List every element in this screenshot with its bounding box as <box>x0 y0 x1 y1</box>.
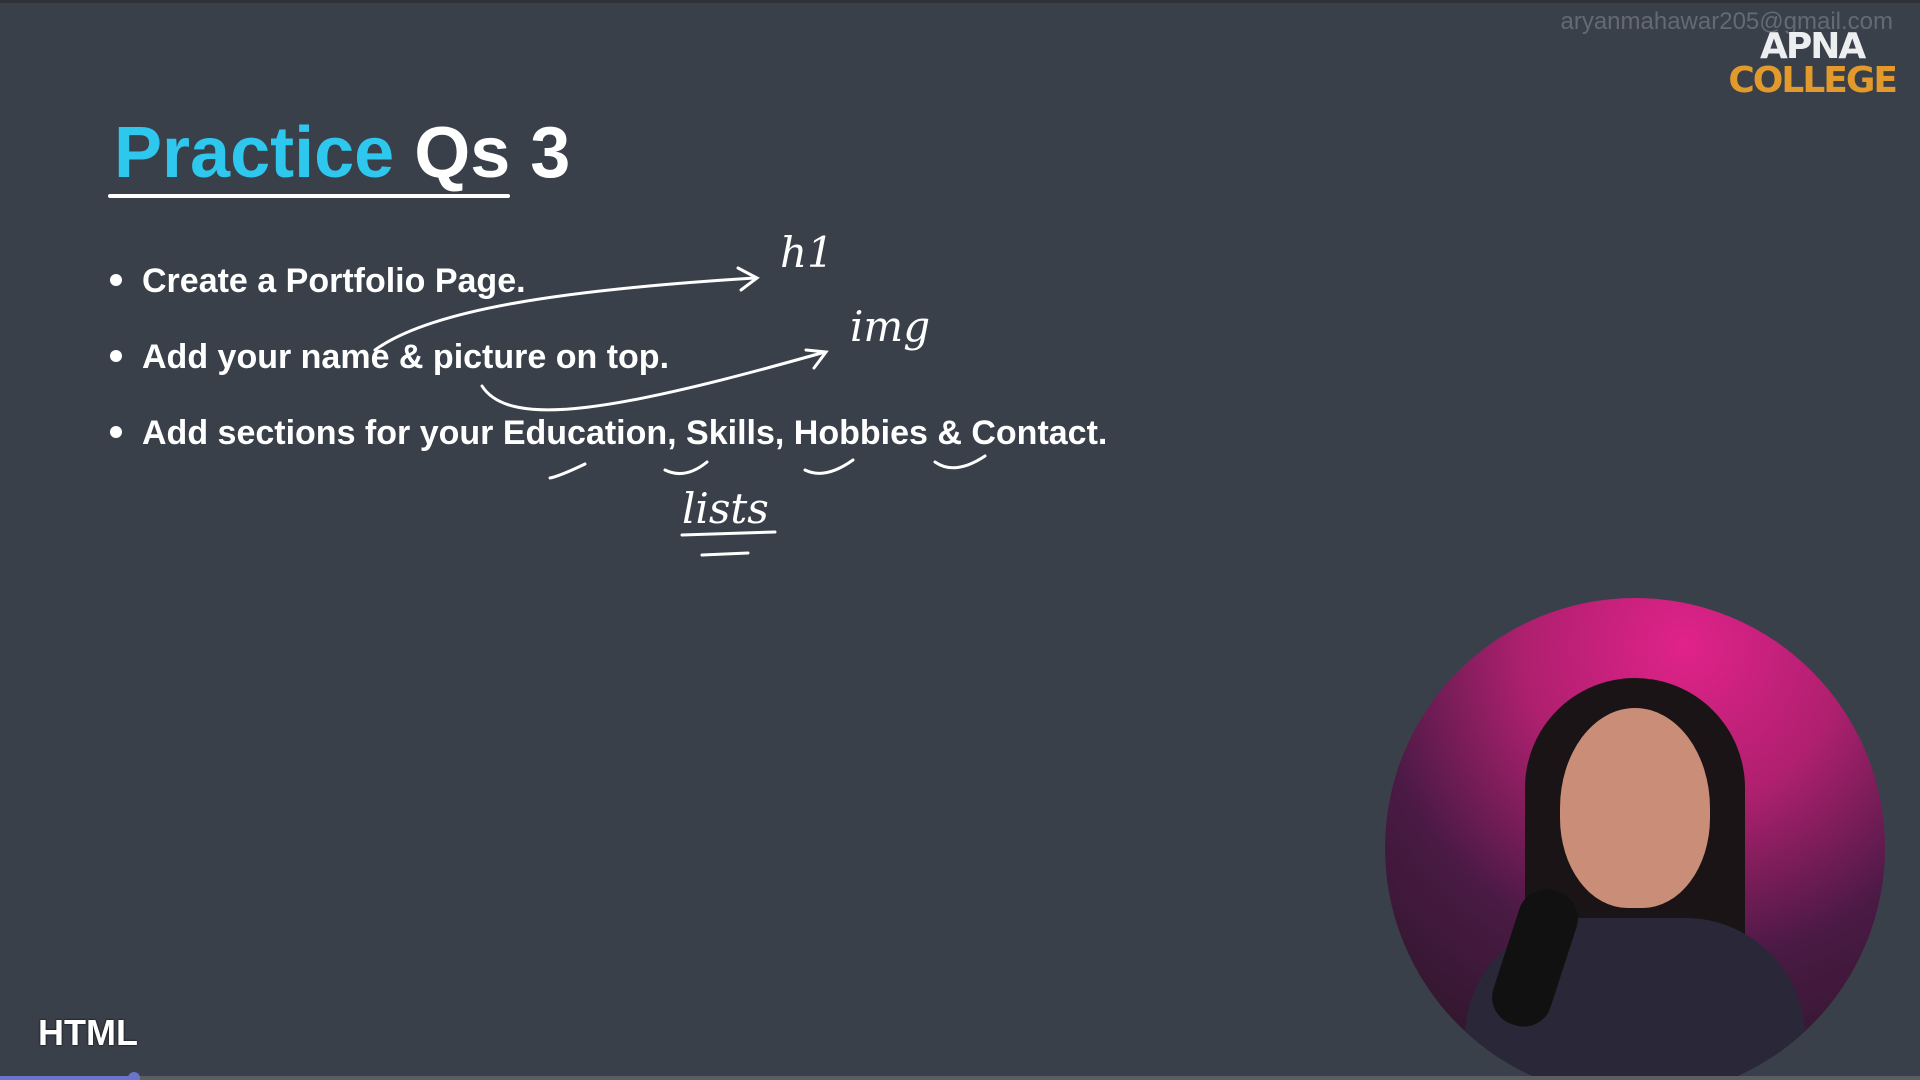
arrow-head-img <box>804 348 829 370</box>
annotation-img: img <box>850 302 931 351</box>
webcam-face <box>1560 708 1710 908</box>
section-label: HTML <box>38 1012 138 1053</box>
progress-scrubber[interactable] <box>128 1072 141 1080</box>
tick-education <box>548 462 587 480</box>
arrow-to-img <box>480 350 827 412</box>
annotation-h1: h1 <box>780 228 834 277</box>
progress-fill <box>0 1076 135 1080</box>
arrow-to-h1 <box>373 276 757 352</box>
tick-hobbies <box>803 458 855 475</box>
tick-contact <box>933 454 987 470</box>
tick-skills <box>663 460 709 476</box>
lists-underline-2 <box>700 551 750 557</box>
video-progress-bar[interactable] <box>0 1072 1920 1080</box>
handwritten-annotations <box>373 266 987 557</box>
annotation-lists: lists <box>682 484 769 533</box>
presenter-webcam <box>1385 598 1885 1080</box>
